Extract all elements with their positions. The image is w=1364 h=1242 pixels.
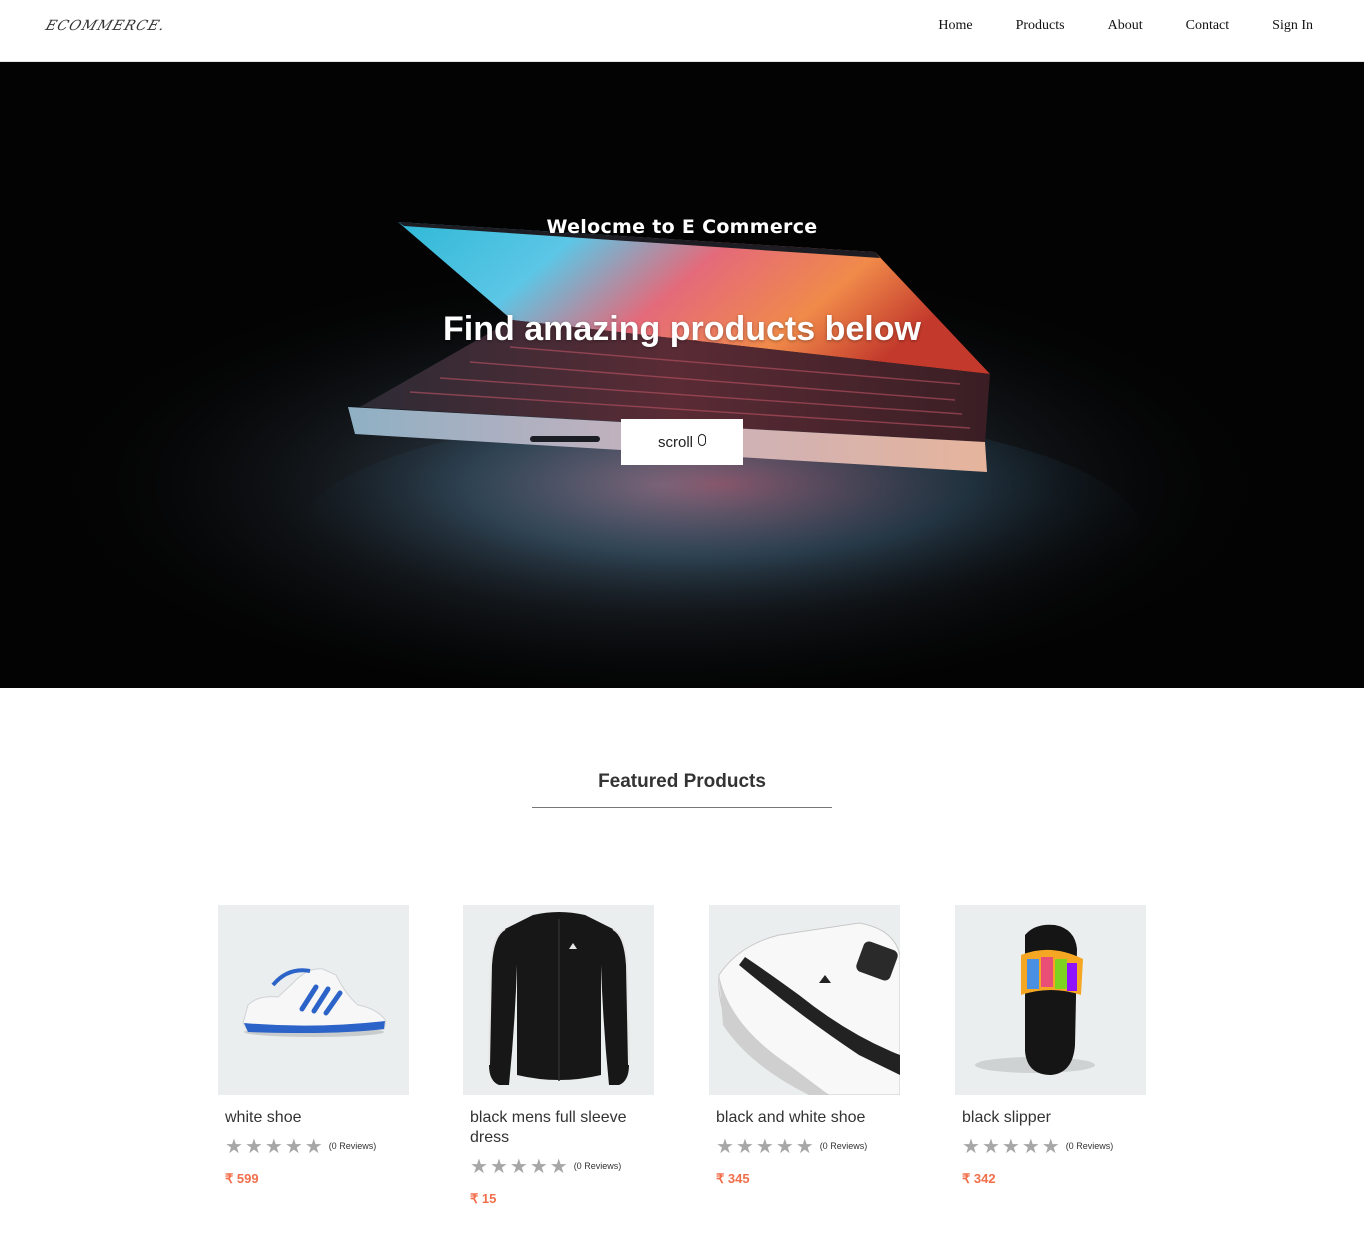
product-image-black-white-shoe[interactable] [709, 905, 900, 1095]
product-card[interactable]: black slipper ★ ★ ★ ★ ★ (0 Reviews) ₹ 34… [955, 905, 1147, 1187]
product-card[interactable]: black mens full sleeve dress ★ ★ ★ ★ ★ (… [463, 905, 655, 1207]
nav-products[interactable]: Products [1016, 17, 1065, 35]
featured-divider [532, 807, 832, 808]
site-header: ECOMMERCE. Home Products About Contact S… [0, 0, 1364, 62]
product-rating: ★ ★ ★ ★ ★ (0 Reviews) [470, 1156, 655, 1176]
product-grid: white shoe ★ ★ ★ ★ ★ (0 Reviews) ₹ 599 b… [218, 905, 1148, 1225]
star-icon: ★ [489, 1154, 508, 1178]
star-icon: ★ [775, 1134, 794, 1158]
star-icon: ★ [509, 1154, 528, 1178]
star-icon: ★ [981, 1134, 1000, 1158]
product-image-white-shoe[interactable] [218, 905, 409, 1095]
star-icon: ★ [735, 1134, 754, 1158]
nav-home[interactable]: Home [938, 17, 972, 35]
product-review-count: (0 Reviews) [819, 1141, 868, 1151]
product-image-black-jacket[interactable] [463, 905, 654, 1095]
mouse-icon [698, 434, 706, 446]
star-icon: ★ [755, 1134, 774, 1158]
star-icon: ★ [716, 1134, 734, 1158]
star-icon: ★ [795, 1134, 814, 1158]
scroll-button[interactable]: scroll [621, 419, 743, 465]
star-icon: ★ [1041, 1134, 1060, 1158]
product-name[interactable]: black slipper [962, 1108, 1137, 1128]
star-icon: ★ [529, 1154, 548, 1178]
star-icon: ★ [470, 1154, 488, 1178]
hero-subtitle: Welocme to E Commerce [546, 216, 818, 238]
star-icon: ★ [1021, 1134, 1040, 1158]
main-nav: Home Products About Contact Sign In [938, 17, 1313, 35]
star-icon: ★ [244, 1134, 263, 1158]
product-price: ₹ 345 [716, 1171, 750, 1186]
product-card[interactable]: white shoe ★ ★ ★ ★ ★ (0 Reviews) ₹ 599 [218, 905, 410, 1187]
product-name[interactable]: white shoe [225, 1108, 400, 1128]
star-icon: ★ [962, 1134, 980, 1158]
star-icon: ★ [304, 1134, 323, 1158]
product-price: ₹ 15 [470, 1191, 497, 1206]
site-logo[interactable]: ECOMMERCE. [43, 18, 167, 34]
scroll-label: scroll [657, 433, 693, 451]
featured-heading: Featured Products [598, 771, 766, 792]
product-rating: ★ ★ ★ ★ ★ (0 Reviews) [962, 1136, 1147, 1156]
product-review-count: (0 Reviews) [573, 1161, 622, 1171]
product-rating: ★ ★ ★ ★ ★ (0 Reviews) [225, 1136, 410, 1156]
product-image-black-slipper[interactable] [955, 905, 1146, 1095]
hero-laptop-image [0, 62, 1364, 688]
star-icon: ★ [284, 1134, 303, 1158]
nav-contact[interactable]: Contact [1186, 17, 1230, 35]
product-price: ₹ 342 [962, 1171, 996, 1186]
product-card[interactable]: black and white shoe ★ ★ ★ ★ ★ (0 Review… [709, 905, 901, 1187]
product-name[interactable]: black and white shoe [716, 1108, 891, 1128]
star-icon: ★ [1001, 1134, 1020, 1158]
star-icon: ★ [225, 1134, 243, 1158]
nav-sign-in[interactable]: Sign In [1272, 17, 1313, 35]
product-review-count: (0 Reviews) [1065, 1141, 1114, 1151]
product-review-count: (0 Reviews) [328, 1141, 377, 1151]
nav-about[interactable]: About [1108, 17, 1143, 35]
hero-banner: Welocme to E Commerce Find amazing produ… [0, 62, 1364, 688]
hero-title: Find amazing products below [443, 310, 921, 348]
product-rating: ★ ★ ★ ★ ★ (0 Reviews) [716, 1136, 901, 1156]
product-name[interactable]: black mens full sleeve dress [470, 1108, 645, 1148]
star-icon: ★ [264, 1134, 283, 1158]
product-price: ₹ 599 [225, 1171, 259, 1186]
star-icon: ★ [549, 1154, 568, 1178]
